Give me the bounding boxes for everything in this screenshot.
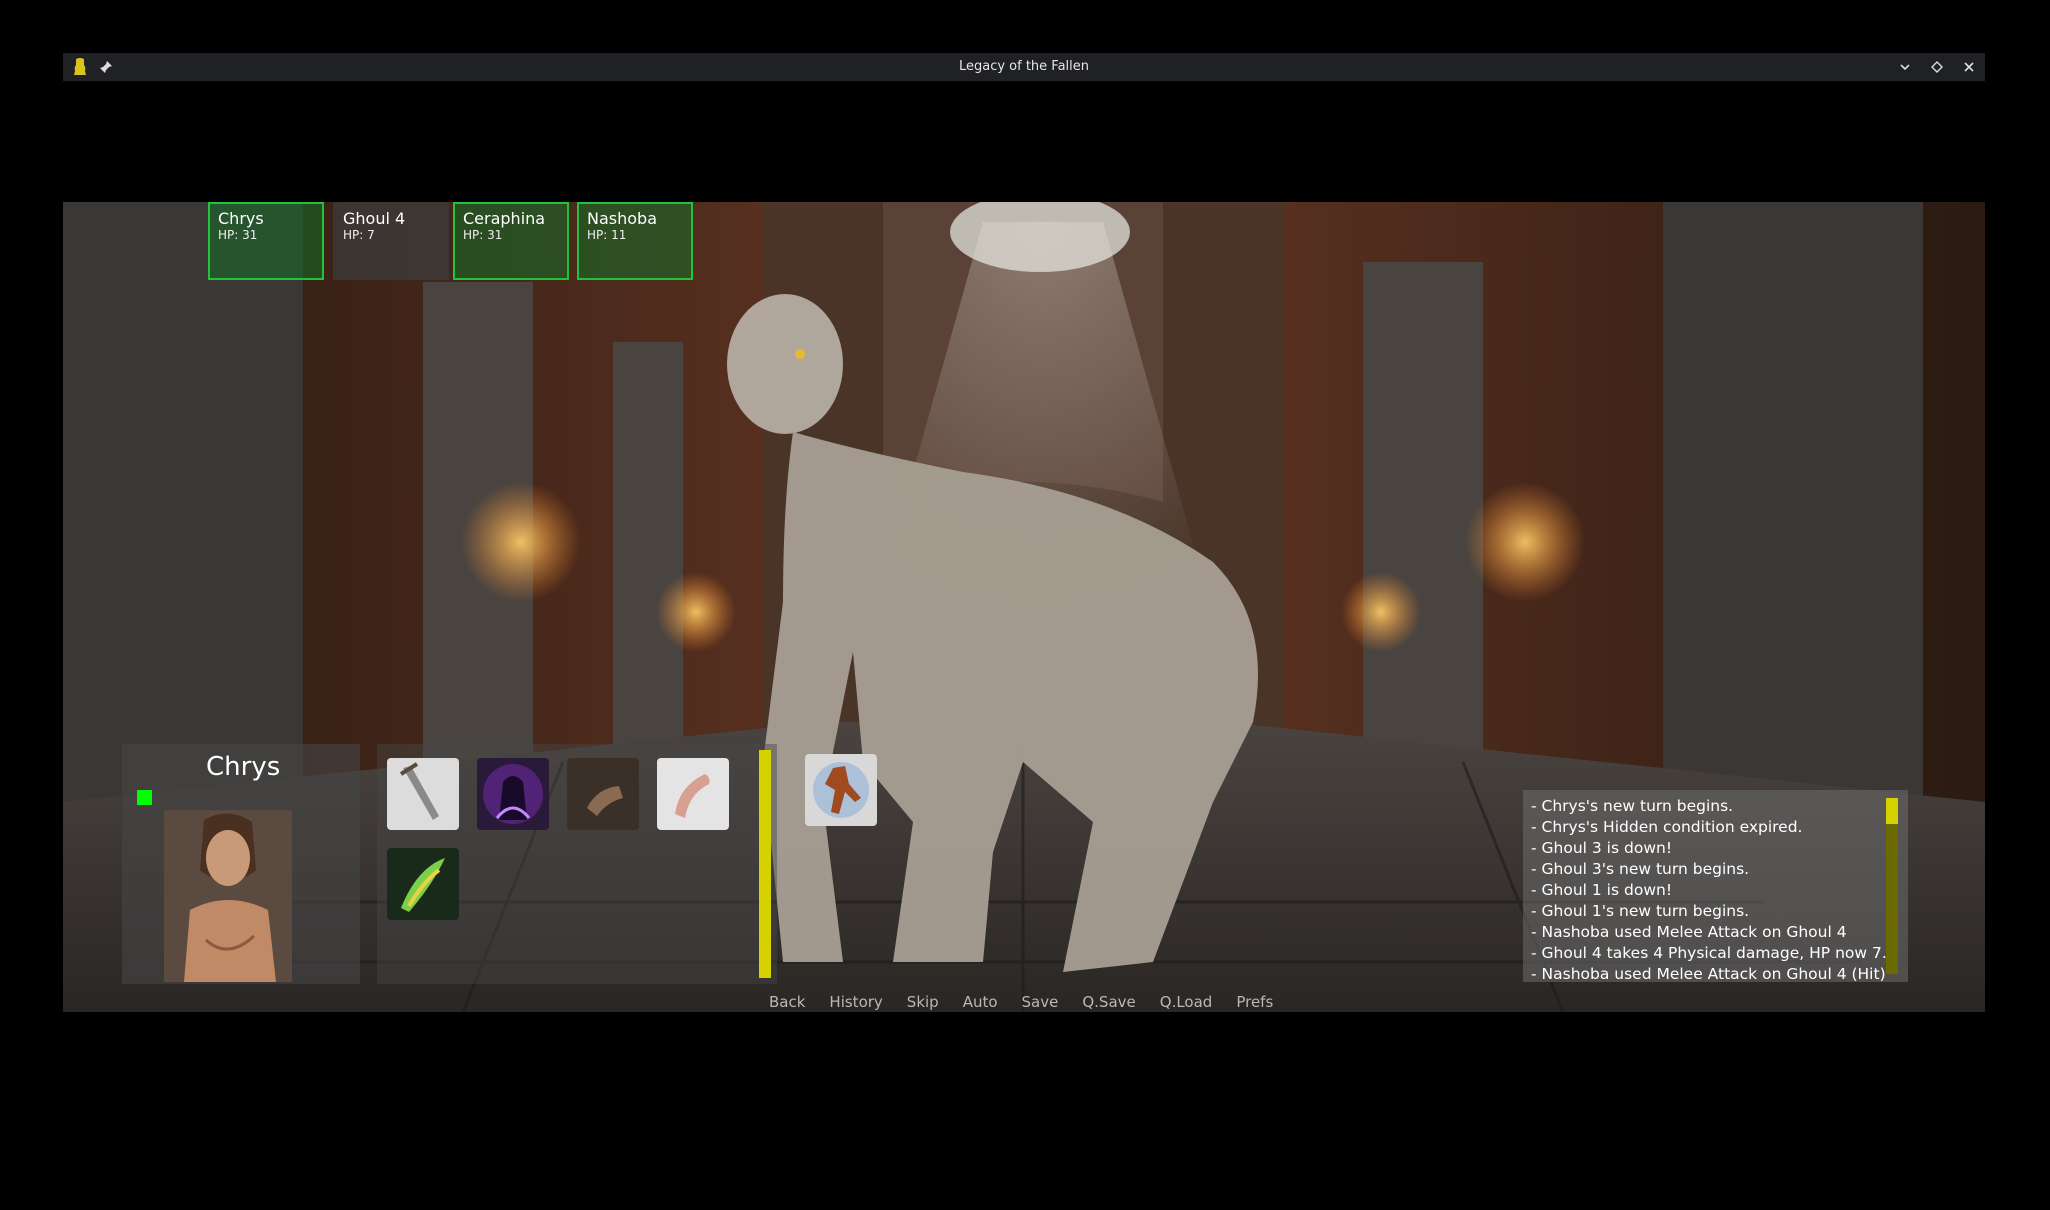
log-line: - Nashoba used Melee Attack on Ghoul 4 (…	[1531, 965, 1886, 982]
log-line: - Ghoul 1 is down!	[1531, 881, 1673, 899]
party-card-hp: HP: 31	[218, 228, 258, 242]
quick-menu-history[interactable]: History	[829, 993, 882, 1011]
quick-menu-qload[interactable]: Q.Load	[1160, 993, 1213, 1011]
grab-hand-icon	[587, 786, 623, 816]
skill-slot[interactable]	[567, 758, 639, 830]
party-card-hp: HP: 11	[587, 228, 627, 242]
skill-slot[interactable]	[477, 758, 549, 830]
quick-menu-prefs[interactable]: Prefs	[1236, 993, 1273, 1011]
active-character-panel: Chrys	[122, 744, 360, 984]
actor-slot[interactable]	[805, 754, 877, 826]
skill-slot[interactable]	[657, 758, 729, 830]
turn-indicator	[137, 790, 152, 805]
active-character-name: Chrys	[206, 752, 281, 782]
pin-icon[interactable]	[99, 60, 113, 74]
window-title: Legacy of the Fallen	[958, 59, 1090, 74]
log-line: - Ghoul 3's new turn begins.	[1531, 860, 1750, 878]
party-card-name: Chrys	[218, 209, 264, 228]
party-card-name: Ceraphina	[463, 209, 546, 228]
acrobat-actor-icon	[813, 762, 869, 818]
log-line: - Nashoba used Melee Attack on Ghoul 4	[1531, 923, 1847, 941]
log-scrollbar-thumb[interactable]	[1886, 798, 1898, 824]
window-titlebar: Legacy of the Fallen	[63, 53, 1985, 81]
action-progress-bar	[759, 750, 771, 978]
quick-menu-skip[interactable]: Skip	[907, 993, 939, 1011]
quick-menu-back[interactable]: Back	[769, 993, 805, 1011]
enemy-card-ghoul-4[interactable]: Ghoul 4 HP: 7	[333, 202, 449, 280]
diamond-icon	[1931, 61, 1943, 73]
app-icon	[74, 58, 86, 75]
skill-slot[interactable]	[387, 758, 459, 830]
minimize-button[interactable]	[1895, 57, 1915, 77]
log-line: - Ghoul 3 is down!	[1531, 839, 1673, 857]
character-portrait	[164, 810, 292, 982]
log-line: - Ghoul 1's new turn begins.	[1531, 902, 1750, 920]
dagger-icon	[399, 762, 439, 820]
log-line: - Chrys's Hidden condition expired.	[1531, 818, 1803, 836]
chevron-down-icon	[1900, 64, 1910, 71]
party-card-hp: HP: 31	[463, 228, 503, 242]
shadow-cloak-icon	[483, 764, 543, 824]
party-card-chrys[interactable]: Chrys HP: 31	[208, 202, 324, 280]
maximize-button[interactable]	[1927, 57, 1947, 77]
party-card-name: Nashoba	[587, 209, 657, 228]
quick-menu: Back History Skip Auto Save Q.Save Q.Loa…	[769, 993, 1297, 1011]
combat-log: - Chrys's new turn begins. - Chrys's Hid…	[1523, 790, 1908, 982]
skill-slot[interactable]	[387, 848, 459, 920]
party-card-hp: HP: 7	[343, 228, 375, 242]
party-card-ceraphina[interactable]: Ceraphina HP: 31	[453, 202, 569, 280]
green-flame-blade-icon	[401, 858, 445, 912]
log-scrollbar[interactable]	[1886, 798, 1898, 974]
quick-menu-save[interactable]: Save	[1022, 993, 1059, 1011]
quick-menu-qsave[interactable]: Q.Save	[1082, 993, 1135, 1011]
skills-panel	[377, 744, 777, 984]
close-icon	[1964, 62, 1974, 72]
quick-menu-auto[interactable]: Auto	[963, 993, 998, 1011]
party-card-name: Ghoul 4	[343, 209, 406, 228]
horn-icon	[675, 774, 710, 818]
party-card-nashoba[interactable]: Nashoba HP: 11	[577, 202, 693, 280]
game-scene: Chrys HP: 31 Ghoul 4 HP: 7 Ceraphina HP:…	[63, 202, 1985, 1012]
log-line: - Ghoul 4 takes 4 Physical damage, HP no…	[1531, 944, 1887, 962]
log-line: - Chrys's new turn begins.	[1531, 797, 1734, 815]
combat-log-lines: - Chrys's new turn begins. - Chrys's Hid…	[1531, 796, 1887, 982]
close-button[interactable]	[1959, 57, 1979, 77]
